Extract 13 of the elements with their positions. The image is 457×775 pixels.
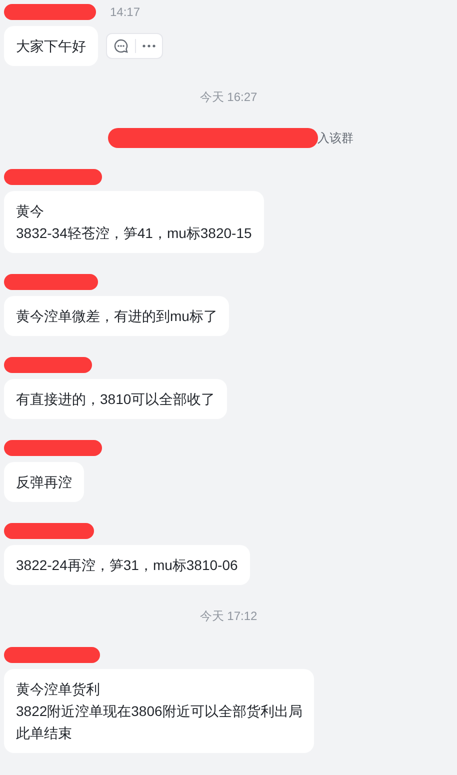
time-divider: 今天 16:27 — [200, 89, 258, 106]
message-bubble: 反弹再涳 — [4, 462, 84, 502]
system-notice: 入该群 — [318, 130, 354, 146]
message-bubble: 黄今涳单货利 3822附近涳单现在3806附近可以全部货利出局 此单结束 — [4, 669, 314, 753]
message-bubble: 大家下午好 — [4, 26, 98, 66]
message-bubble: 黄今 3832-34轻苍涳，笋41，mu标3820-15 — [4, 191, 264, 253]
time-divider: 今天 17:12 — [200, 608, 258, 625]
more-icon[interactable] — [142, 44, 156, 48]
message-bubble: 3822-24再涳，笋31，mu标3810-06 — [4, 545, 250, 585]
message-time: 14:17 — [110, 5, 140, 19]
message-bubble: 黄今涳单微差，有进的到mu标了 — [4, 296, 230, 336]
message-bubble: 有直接进的，3810可以全部收了 — [4, 379, 228, 419]
comment-icon[interactable] — [113, 38, 129, 54]
